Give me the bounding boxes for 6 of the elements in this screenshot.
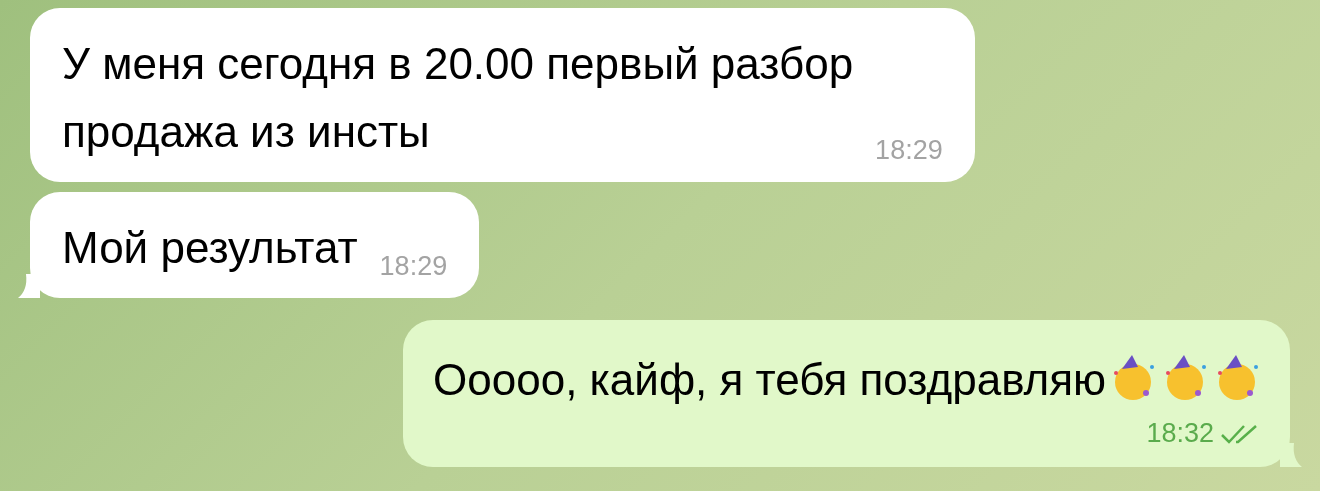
message-time: 18:29 [875, 135, 943, 166]
message-text: Ооооо, кайф, я тебя поздравляю [433, 346, 1262, 414]
message-time: 18:29 [379, 251, 448, 282]
message-text: У меня сегодня в 20.00 первый разбор продажа из инсты [62, 38, 854, 158]
message-text: Мой результат [62, 222, 358, 274]
message-time: 18:32 [1146, 418, 1214, 449]
